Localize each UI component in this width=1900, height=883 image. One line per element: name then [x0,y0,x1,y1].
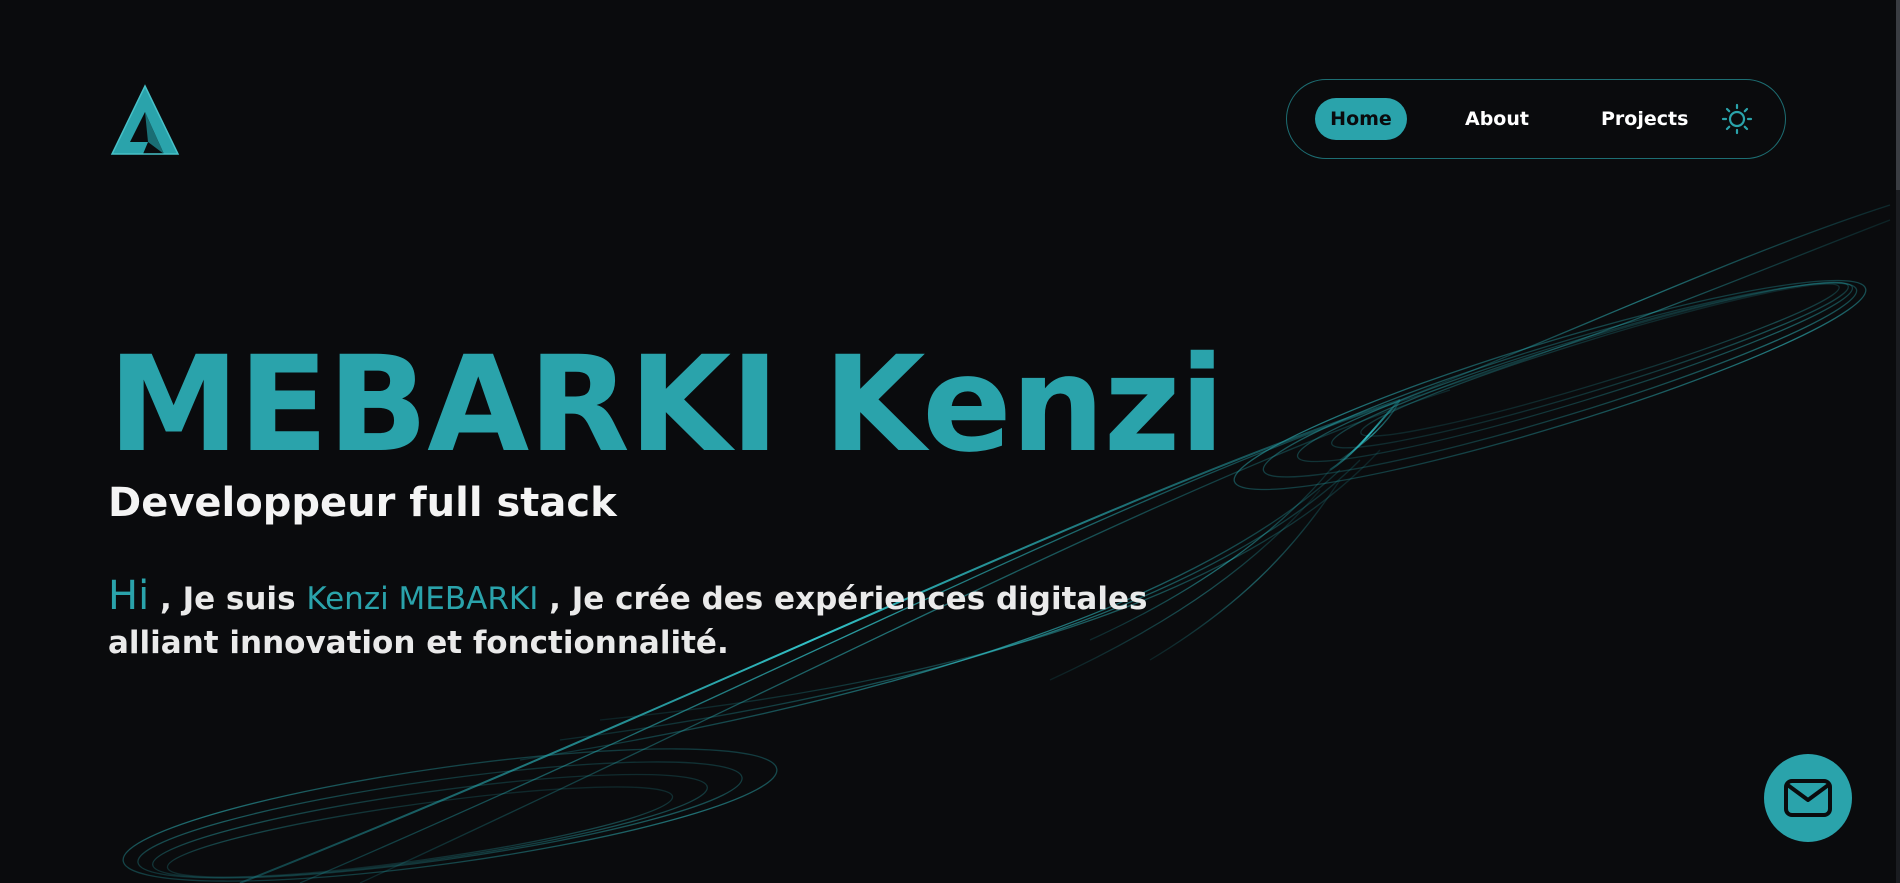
envelope-icon [1784,779,1832,817]
contact-button[interactable] [1764,754,1852,842]
scrollbar[interactable] [1896,0,1900,883]
sun-icon[interactable] [1721,103,1753,135]
nav-projects-link[interactable]: Projects [1601,98,1688,140]
portfolio-page: Home About Projects MEBARKI Kenzi Develo… [0,0,1900,883]
letter-a-logo-icon[interactable] [108,84,182,158]
greeting-text: Hi [108,573,150,619]
nav-about-link[interactable]: About [1465,98,1529,140]
highlighted-name: Kenzi MEBARKI [306,581,539,617]
intro-part-1: , Je suis [149,581,307,617]
main-navigation: Home About Projects [1286,79,1786,159]
hero-title: MEBARKI Kenzi [108,328,1225,482]
scrollbar-thumb[interactable] [1896,0,1900,190]
nav-home-link[interactable]: Home [1315,98,1407,140]
hero-subtitle: Developpeur full stack [108,480,617,526]
hero-intro-text: Hi , Je suis Kenzi MEBARKI , Je crée des… [108,574,1208,665]
